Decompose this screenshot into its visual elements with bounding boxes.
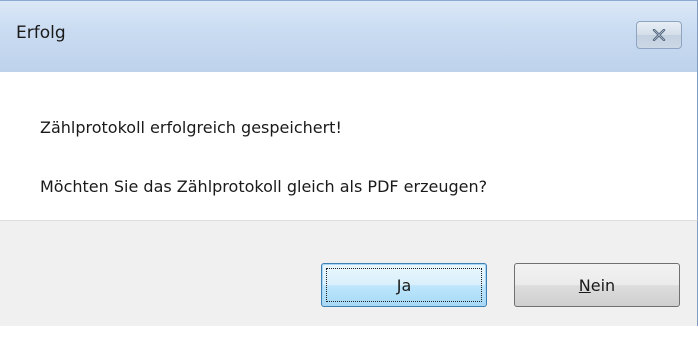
message-area: Zählprotokoll erfolgreich gespeichert! M…: [0, 72, 698, 220]
yes-button-label: Ja: [396, 275, 412, 295]
close-button[interactable]: [636, 21, 682, 49]
message-dialog: Erfolg Zählprotokoll erfolgreich gespeic…: [0, 0, 698, 349]
close-icon: [652, 29, 666, 41]
message-text-saved: Zählprotokoll erfolgreich gespeichert!: [40, 118, 342, 137]
window-title: Erfolg: [16, 23, 66, 43]
yes-button[interactable]: Ja: [321, 263, 487, 307]
button-bar: Ja Nein: [0, 220, 698, 326]
no-button-label: Nein: [578, 275, 616, 295]
message-text-question: Möchten Sie das Zählprotokoll gleich als…: [40, 177, 488, 196]
no-button[interactable]: Nein: [514, 263, 680, 307]
title-bar[interactable]: Erfolg: [0, 0, 698, 72]
